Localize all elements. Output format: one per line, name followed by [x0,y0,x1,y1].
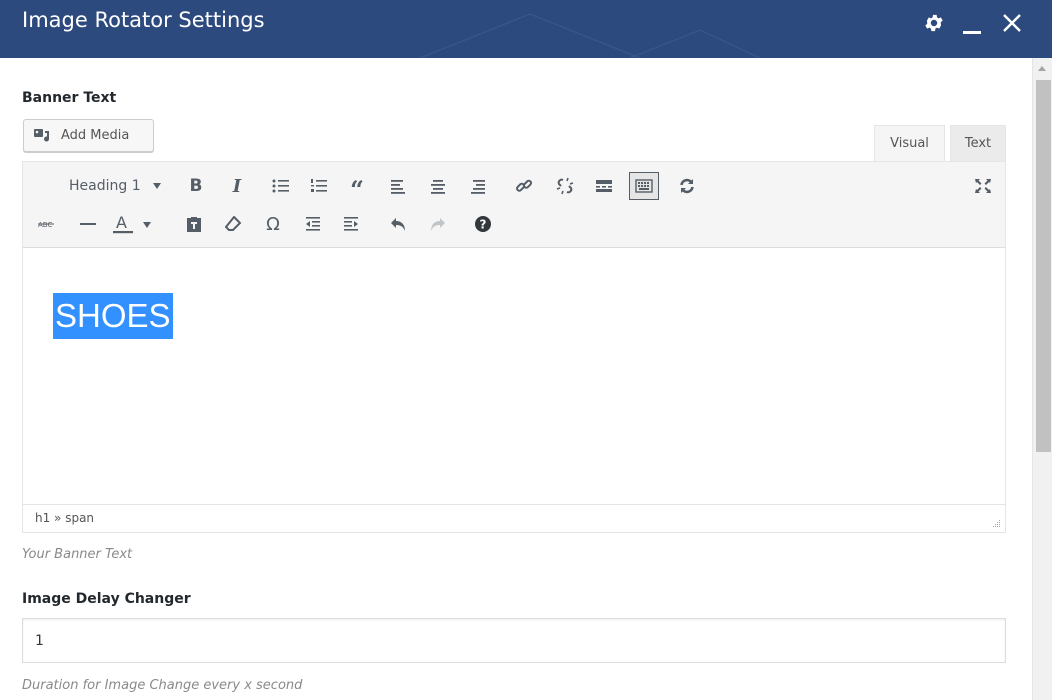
add-media-icon [34,128,50,142]
toolbar-toggle-icon[interactable] [629,172,659,200]
banner-text-description: Your Banner Text [22,547,133,562]
text-color-icon[interactable]: A [111,210,157,238]
refresh-icon[interactable] [673,172,701,200]
numbered-list-icon[interactable] [305,172,333,200]
svg-text:ABC: ABC [38,221,52,229]
editor-content-area[interactable]: SHOES [23,249,1005,504]
svg-text:A: A [116,213,127,232]
paste-text-icon[interactable] [180,210,208,238]
read-more-icon[interactable] [590,172,618,200]
editor-status-bar: h1 » span [23,504,1005,532]
strikethrough-icon[interactable]: ABC [33,210,61,238]
scrollbar-thumb[interactable] [1036,80,1051,452]
link-icon[interactable] [510,172,538,200]
banner-text-label: Banner Text [22,90,117,106]
tab-text[interactable]: Text [950,125,1006,161]
fullscreen-icon[interactable] [969,172,997,200]
scroll-up-icon[interactable] [1038,66,1046,71]
close-icon[interactable] [998,8,1026,38]
svg-text:?: ? [480,218,487,232]
undo-icon[interactable] [385,210,413,238]
image-delay-input[interactable] [22,618,1006,663]
element-path[interactable]: h1 » span [35,511,94,525]
title-bar: Image Rotator Settings [0,0,1052,58]
clear-formatting-icon[interactable] [219,210,247,238]
bullet-list-icon[interactable] [267,172,295,200]
image-delay-label: Image Delay Changer [22,591,191,607]
banner-text-editor: Heading 1 B I “ ABC A Ω ? SHOES h1 » spa… [22,161,1006,533]
italic-icon[interactable]: I [223,172,251,200]
horizontal-line-icon[interactable] [74,210,102,238]
blockquote-icon[interactable]: “ [343,172,371,202]
format-select-value: Heading 1 [69,178,141,194]
image-delay-description: Duration for Image Change every x second [22,678,303,693]
outdent-icon[interactable] [299,210,327,238]
add-media-label: Add Media [61,128,130,143]
align-center-icon[interactable] [424,172,452,200]
unlink-icon[interactable] [551,172,579,200]
redo-icon[interactable] [423,210,451,238]
chevron-down-icon [153,183,161,189]
align-right-icon[interactable] [464,172,492,200]
window-title: Image Rotator Settings [22,8,265,32]
vertical-scrollbar[interactable] [1032,58,1052,700]
help-icon[interactable]: ? [469,210,497,238]
indent-icon[interactable] [337,210,365,238]
editor-toolbar: Heading 1 B I “ ABC A Ω ? [23,162,1005,248]
bold-icon[interactable]: B [182,172,210,200]
align-left-icon[interactable] [384,172,412,200]
format-select[interactable]: Heading 1 [31,172,176,200]
special-character-icon[interactable]: Ω [259,210,287,238]
minimize-icon[interactable] [958,8,986,38]
add-media-button[interactable]: Add Media [23,119,154,152]
banner-heading-text[interactable]: SHOES [53,293,173,339]
tab-visual[interactable]: Visual [874,125,945,161]
resize-handle-icon[interactable] [991,518,1001,528]
gear-icon[interactable] [920,8,948,38]
